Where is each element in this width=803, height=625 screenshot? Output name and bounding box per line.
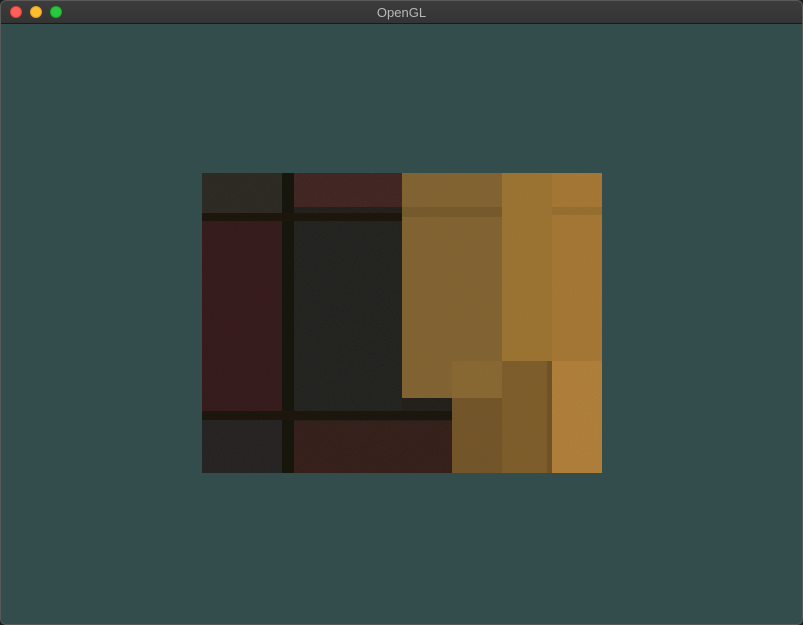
window-title: OpenGL	[376, 5, 427, 20]
title-bar[interactable]: OpenGL	[1, 1, 802, 24]
gl-viewport[interactable]	[1, 24, 802, 624]
opengl-window: OpenGL	[0, 0, 803, 625]
rendered-scene	[202, 173, 602, 473]
